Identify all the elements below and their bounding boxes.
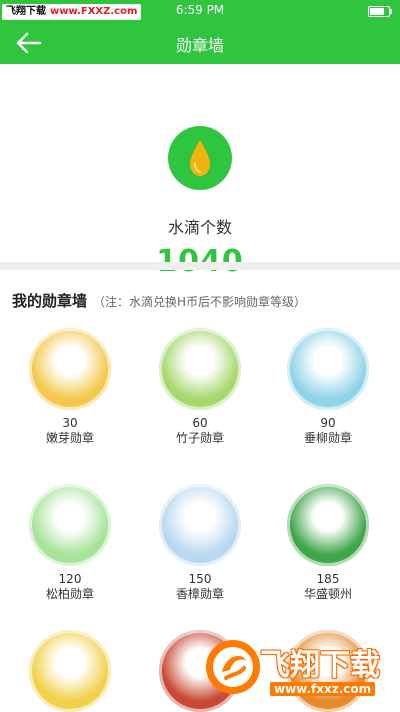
badge-item[interactable]: 30 嫩芽勋章 (10, 328, 130, 446)
page-title: 勋章墙 (175, 36, 224, 55)
water-count-label: 水滴个数 (167, 218, 232, 237)
badge-drops: 60 (192, 416, 208, 430)
water-drop-badge (168, 126, 232, 190)
badge-name: 垂柳勋章 (303, 431, 352, 445)
badge-name: 竹子勋章 (175, 431, 224, 445)
status-time: 6:59 PM (175, 3, 225, 17)
section-divider (0, 262, 400, 270)
badge-item[interactable]: 60 竹子勋章 (140, 328, 260, 446)
watermark-text: 飞翔下载 (260, 648, 380, 683)
badge-drops: 120 (58, 572, 82, 586)
badge-medal (29, 484, 111, 566)
badge-item[interactable]: 150 香樟勋章 (140, 484, 260, 602)
nav-bar: 勋章墙 (0, 22, 400, 64)
badge-item[interactable]: 120 松柏勋章 (10, 484, 130, 602)
badge-drops: 150 (188, 572, 212, 586)
badge-name: 嫩芽勋章 (45, 431, 94, 445)
badge-drops: 30 (62, 416, 78, 430)
badge-name: 香樟勋章 (175, 587, 224, 601)
badge-item[interactable] (10, 630, 130, 712)
badge-name: 华盛顿州 (303, 587, 352, 601)
water-summary: 水滴个数 1040 (0, 64, 400, 279)
badge-medal (159, 484, 241, 566)
section-title: 我的勋章墙 (12, 292, 88, 310)
badge-medal (159, 328, 241, 410)
badge-medal (287, 484, 369, 566)
badge-item[interactable]: 90 垂柳勋章 (268, 328, 388, 446)
fxxz-logo-icon (206, 640, 260, 694)
badge-item[interactable]: 185 华盛顿州 (268, 484, 388, 602)
badge-drops: 185 (316, 572, 340, 586)
battery-icon (368, 6, 392, 17)
badge-section-header: 我的勋章墙 （注：水滴兑换H币后不影响勋章等级） (12, 290, 392, 310)
water-drop-icon (190, 140, 210, 176)
badge-medal (29, 328, 111, 410)
status-bar: 飞翔下载 www.FXXZ.com 6:59 PM (0, 0, 400, 22)
watermark-bottom-right: 飞翔下载 www.fxxz.com (204, 632, 394, 708)
section-note: （注：水滴兑换H币后不影响勋章等级） (93, 295, 307, 309)
watermark-url-bottom: www.fxxz.com (270, 682, 376, 696)
badge-name: 松柏勋章 (45, 587, 94, 601)
badge-medal (287, 328, 369, 410)
badge-drops: 90 (320, 416, 336, 430)
badge-medal (29, 630, 111, 712)
